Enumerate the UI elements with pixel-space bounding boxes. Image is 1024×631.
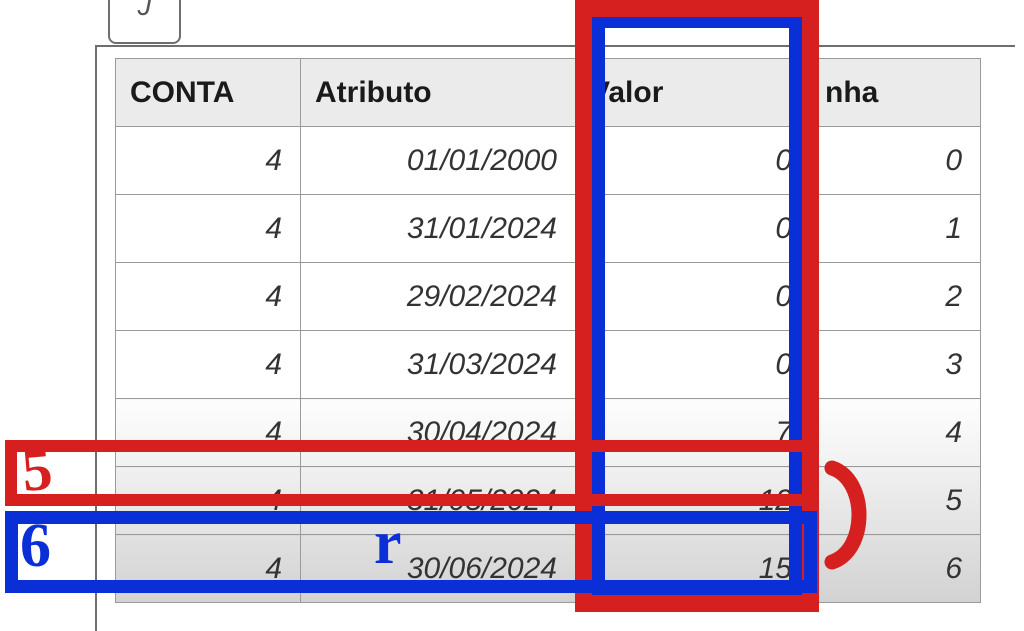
table-row[interactable]: 4 31/03/2024 0 3 [116, 331, 981, 399]
cell-valor[interactable]: 7 [576, 399, 811, 467]
cell-atributo[interactable]: 29/02/2024 [301, 263, 576, 331]
data-table: CONTA Atributo Valor nha 4 01/01/2000 0 … [115, 58, 981, 603]
header-valor[interactable]: Valor [576, 59, 811, 127]
cell-valor[interactable]: 0 [576, 331, 811, 399]
table-row[interactable]: 4 01/01/2000 0 0 [116, 127, 981, 195]
table-row[interactable]: 4 30/04/2024 7 4 [116, 399, 981, 467]
table-row[interactable]: 4 30/06/2024 15 6 [116, 535, 981, 603]
header-linha[interactable]: nha [811, 59, 981, 127]
header-conta[interactable]: CONTA [116, 59, 301, 127]
cell-linha[interactable]: 5 [811, 467, 981, 535]
cell-atributo[interactable]: 31/03/2024 [301, 331, 576, 399]
cell-conta[interactable]: 4 [116, 467, 301, 535]
table-row[interactable]: 4 29/02/2024 0 2 [116, 263, 981, 331]
cell-conta[interactable]: 4 [116, 195, 301, 263]
cell-valor[interactable]: 0 [576, 127, 811, 195]
table-header-row: CONTA Atributo Valor nha [116, 59, 981, 127]
cell-linha[interactable]: 1 [811, 195, 981, 263]
tab-stub: J [108, 0, 181, 44]
cell-atributo[interactable]: 31/01/2024 [301, 195, 576, 263]
header-atributo[interactable]: Atributo [301, 59, 576, 127]
cell-valor[interactable]: 15 [576, 535, 811, 603]
cell-atributo[interactable]: 01/01/2000 [301, 127, 576, 195]
cell-linha[interactable]: 0 [811, 127, 981, 195]
table-body: 4 01/01/2000 0 0 4 31/01/2024 0 1 4 29/0… [116, 127, 981, 603]
annotation-label-5: 5 [20, 443, 72, 495]
cell-conta[interactable]: 4 [116, 535, 301, 603]
table-row[interactable]: 4 31/01/2024 0 1 [116, 195, 981, 263]
cell-valor[interactable]: 12 [576, 467, 811, 535]
cell-valor[interactable]: 0 [576, 263, 811, 331]
cell-conta[interactable]: 4 [116, 331, 301, 399]
cell-conta[interactable]: 4 [116, 399, 301, 467]
cell-linha[interactable]: 2 [811, 263, 981, 331]
cell-conta[interactable]: 4 [116, 127, 301, 195]
cell-linha[interactable]: 6 [811, 535, 981, 603]
cell-atributo[interactable]: 31/05/2024 [301, 467, 576, 535]
cell-linha[interactable]: 4 [811, 399, 981, 467]
cell-conta[interactable]: 4 [116, 263, 301, 331]
cell-linha[interactable]: 3 [811, 331, 981, 399]
cell-atributo[interactable]: 30/06/2024 [301, 535, 576, 603]
annotation-label-6: 6 [20, 516, 80, 576]
cell-valor[interactable]: 0 [576, 195, 811, 263]
cell-atributo[interactable]: 30/04/2024 [301, 399, 576, 467]
table-row[interactable]: 4 31/05/2024 12 5 [116, 467, 981, 535]
